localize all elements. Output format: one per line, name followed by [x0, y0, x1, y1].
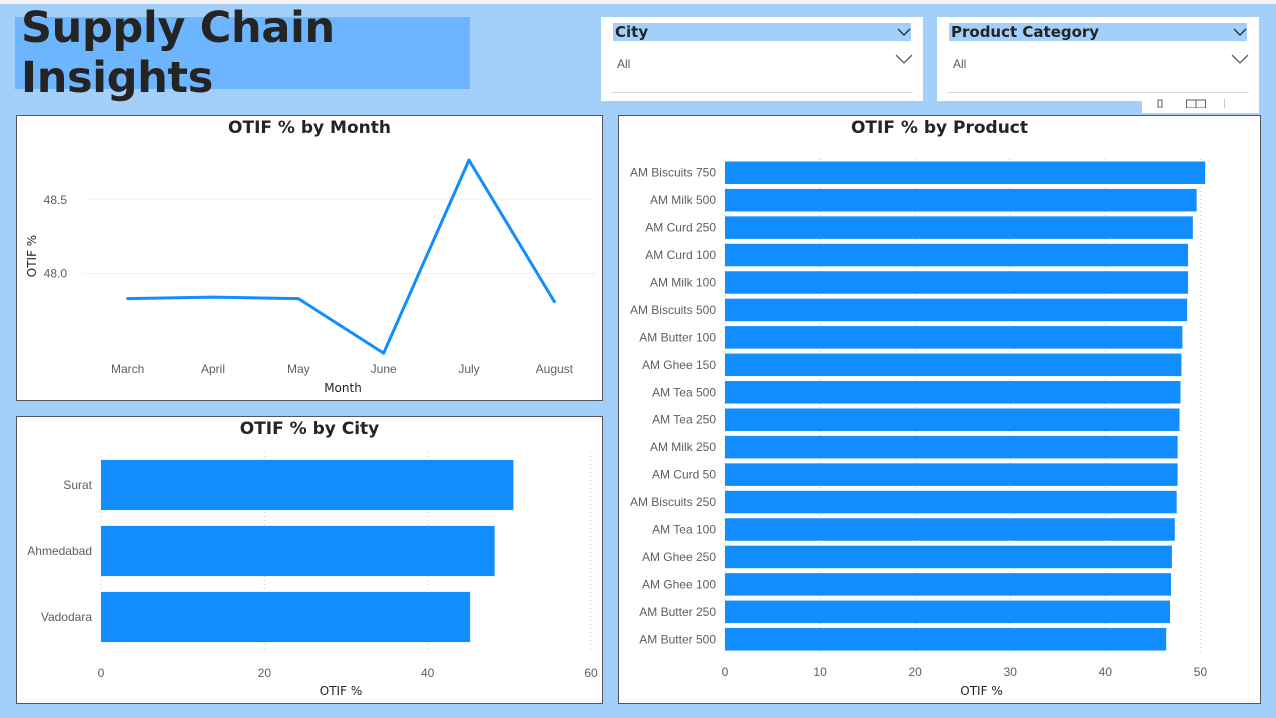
- product-category-dropdown-value: All: [953, 57, 967, 71]
- chevron-down-icon: [1231, 54, 1249, 64]
- bar: [725, 298, 1188, 322]
- y-tick-label: AM Curd 100: [645, 248, 716, 262]
- bar: [101, 459, 514, 511]
- city-chart-panel: OTIF % by City 0 20 40 60 Surat Ahmedabad Vado…: [16, 416, 603, 704]
- product-category-slicer-label: Product Category: [951, 23, 1100, 41]
- bar: [725, 518, 1175, 541]
- series-line: [127, 158, 556, 355]
- y-tick-label: AM Tea 500: [652, 385, 716, 399]
- y-tick-label: 48.0: [44, 267, 68, 281]
- visual-header: [1142, 96, 1259, 113]
- x-tick-label: 10: [813, 665, 827, 679]
- bar: [725, 161, 1206, 184]
- bar: [725, 573, 1171, 596]
- bar: [725, 188, 1197, 212]
- x-tick-label: August: [536, 362, 574, 376]
- x-tick-label: May: [287, 362, 310, 376]
- city-slicer-label: City: [615, 23, 649, 41]
- month-line-chart: 48.0 48.5 March April May June July August Month…: [25, 158, 597, 395]
- report-title: Supply Chain Insights: [21, 3, 335, 103]
- bar: [101, 591, 471, 643]
- y-tick-label: Surat: [63, 478, 92, 492]
- collapse-chevron-icon[interactable]: [1233, 28, 1247, 37]
- y-tick-label: AM Biscuits 750: [630, 166, 716, 180]
- bar: [725, 326, 1183, 349]
- report-title-box: Supply Chain Insights: [15, 3, 470, 103]
- y-tick-label: AM Biscuits 500: [630, 303, 716, 317]
- data-point: [382, 351, 386, 355]
- focus-mode-icon[interactable]: [1186, 99, 1206, 108]
- city-slicer-header: City: [613, 23, 911, 41]
- bar: [725, 463, 1178, 486]
- y-tick-label: AM Milk 500: [650, 193, 716, 207]
- bar: [725, 216, 1193, 239]
- y-axis-title: OTIF %: [25, 235, 39, 277]
- product-chart-panel: OTIF % by Product 0 10 20 30 40 50 AM Biscuits…: [618, 115, 1261, 704]
- y-tick-label: AM Tea 250: [652, 413, 716, 427]
- bar: [725, 435, 1178, 459]
- y-tick-label: 48.5: [44, 193, 68, 207]
- x-tick-label: 40: [1099, 665, 1113, 679]
- bar: [725, 381, 1181, 404]
- bar: [725, 408, 1180, 431]
- chevron-down-icon: [895, 54, 913, 64]
- month-chart-panel: OTIF % by Month 48.0 48.5 March April May Jun…: [16, 115, 603, 401]
- x-tick-label: 50: [1194, 665, 1208, 679]
- x-tick-label: 0: [98, 666, 105, 680]
- y-tick-label: Ahmedabad: [27, 544, 92, 558]
- x-tick-label: June: [371, 362, 397, 376]
- x-tick-label: 30: [1004, 665, 1018, 679]
- y-tick-label: AM Butter 500: [639, 632, 716, 646]
- y-tick-label: AM Tea 100: [652, 523, 716, 537]
- x-axis-title: OTIF %: [320, 684, 362, 698]
- product-category-slicer-header: Product Category: [949, 23, 1247, 41]
- city-slicer: City All: [601, 17, 923, 101]
- bar: [725, 490, 1177, 514]
- x-tick-label: 60: [584, 666, 598, 680]
- y-tick-label: Vadodara: [41, 610, 92, 624]
- x-axis-title: Month: [324, 381, 362, 395]
- bar: [725, 545, 1172, 569]
- data-point: [126, 297, 130, 301]
- city-dropdown-value: All: [617, 57, 631, 71]
- y-tick-label: AM Curd 50: [652, 468, 716, 482]
- bar: [725, 353, 1182, 377]
- y-tick-label: AM Butter 250: [639, 605, 716, 619]
- y-tick-label: AM Ghee 100: [642, 577, 716, 591]
- city-bar-chart: 0 20 40 60 Surat Ahmedabad Vadodara OTIF %: [27, 452, 598, 698]
- bar: [101, 525, 495, 577]
- pin-icon[interactable]: [1156, 99, 1164, 108]
- city-dropdown[interactable]: All: [611, 48, 913, 93]
- y-tick-label: AM Ghee 150: [642, 358, 716, 372]
- data-point: [211, 295, 215, 299]
- more-options-icon[interactable]: [1224, 99, 1259, 108]
- x-tick-label: 40: [421, 666, 435, 680]
- x-tick-label: 20: [909, 665, 923, 679]
- y-tick-label: AM Biscuits 250: [630, 495, 716, 509]
- x-axis-title: OTIF %: [960, 684, 1002, 698]
- x-tick-label: 0: [722, 665, 729, 679]
- collapse-chevron-icon[interactable]: [897, 28, 911, 37]
- product-bar-chart: 0 10 20 30 40 50 AM Biscuits 750 AM Milk 500 AM …: [630, 159, 1208, 698]
- x-tick-label: March: [111, 362, 144, 376]
- data-point: [552, 300, 556, 304]
- y-tick-label: AM Butter 100: [639, 330, 716, 344]
- data-point: [467, 158, 471, 162]
- bar: [725, 628, 1167, 651]
- y-tick-label: AM Milk 100: [650, 276, 716, 290]
- product-category-dropdown[interactable]: All: [947, 48, 1249, 93]
- bar: [725, 600, 1171, 624]
- data-point: [296, 297, 300, 301]
- y-tick-label: AM Ghee 250: [642, 550, 716, 564]
- x-tick-label: July: [458, 362, 479, 376]
- y-tick-label: AM Milk 250: [650, 440, 716, 454]
- bar: [725, 243, 1189, 267]
- x-tick-label: April: [201, 362, 225, 376]
- y-tick-label: AM Curd 250: [645, 221, 716, 235]
- product-category-slicer: Product Category All: [937, 17, 1259, 101]
- x-tick-label: 20: [258, 666, 272, 680]
- bar: [725, 271, 1189, 294]
